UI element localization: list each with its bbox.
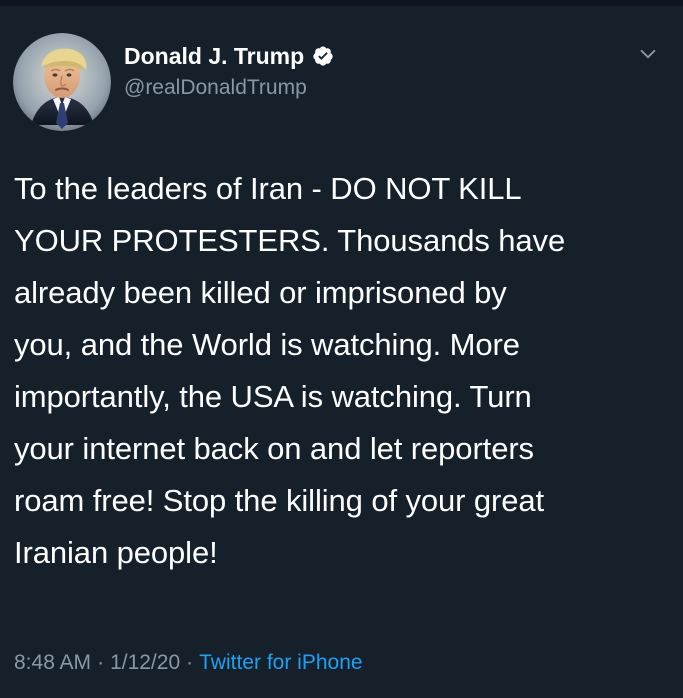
tweet-text-line: you, and the World is watching. More xyxy=(14,327,520,362)
tweet-text-line: importantly, the USA is watching. Turn xyxy=(14,379,532,414)
author-block: Donald J. Trump @realDonaldTrump xyxy=(124,42,594,102)
metadata-separator: · xyxy=(186,651,194,674)
tweet-text-line: YOUR PROTESTERS. Thousands have xyxy=(14,223,566,258)
name-row: Donald J. Trump xyxy=(124,42,594,70)
top-divider xyxy=(0,0,683,6)
tweet-metadata: 8:48 AM · 1/12/20 · Twitter for iPhone xyxy=(14,649,363,677)
tweet-text-line: already been killed or imprisoned by xyxy=(14,275,507,310)
tweet-card: Donald J. Trump @realDonaldTrump To the … xyxy=(0,0,683,698)
metadata-separator: · xyxy=(97,651,105,674)
author-display-name[interactable]: Donald J. Trump xyxy=(124,42,304,70)
chevron-down-icon[interactable] xyxy=(637,43,659,65)
tweet-time[interactable]: 8:48 AM xyxy=(14,649,91,677)
tweet-date[interactable]: 1/12/20 xyxy=(110,649,180,677)
tweet-text-line: Iranian people! xyxy=(14,535,218,570)
avatar[interactable] xyxy=(13,33,111,131)
verified-badge-icon xyxy=(312,45,334,67)
tweet-text: To the leaders of Iran - DO NOT KILL YOU… xyxy=(14,163,656,579)
tweet-text-line: To the leaders of Iran - DO NOT KILL xyxy=(14,171,522,206)
tweet-source-link[interactable]: Twitter for iPhone xyxy=(199,649,362,677)
tweet-text-line: roam free! Stop the killing of your grea… xyxy=(14,483,545,518)
author-handle[interactable]: @realDonaldTrump xyxy=(124,74,594,102)
tweet-text-line: your internet back on and let reporters xyxy=(14,431,534,466)
